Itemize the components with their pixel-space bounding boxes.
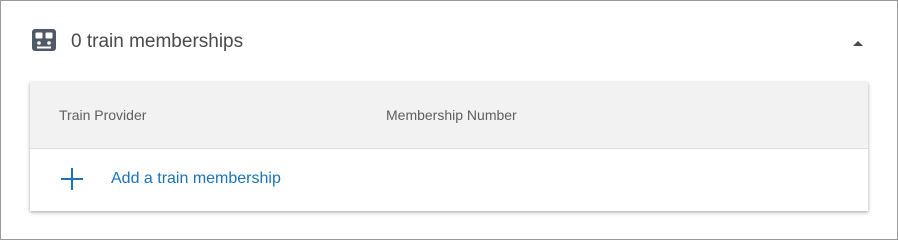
table-header-row: Train Provider Membership Number [30, 82, 868, 149]
section-title: 0 train memberships [71, 31, 244, 52]
train-memberships-panel: 0 train memberships Train Provider Membe… [0, 0, 898, 240]
train-memberships-header[interactable]: 0 train memberships [1, 1, 897, 83]
memberships-table: Train Provider Membership Number Add a t… [30, 82, 868, 211]
plus-icon [61, 168, 83, 190]
add-train-membership-button[interactable]: Add a train membership [30, 149, 868, 211]
train-icon [32, 29, 56, 51]
chevron-up-icon[interactable] [851, 35, 865, 46]
column-header-membership-number: Membership Number [386, 107, 517, 123]
add-train-membership-label: Add a train membership [111, 170, 281, 187]
column-header-train-provider: Train Provider [59, 107, 147, 123]
